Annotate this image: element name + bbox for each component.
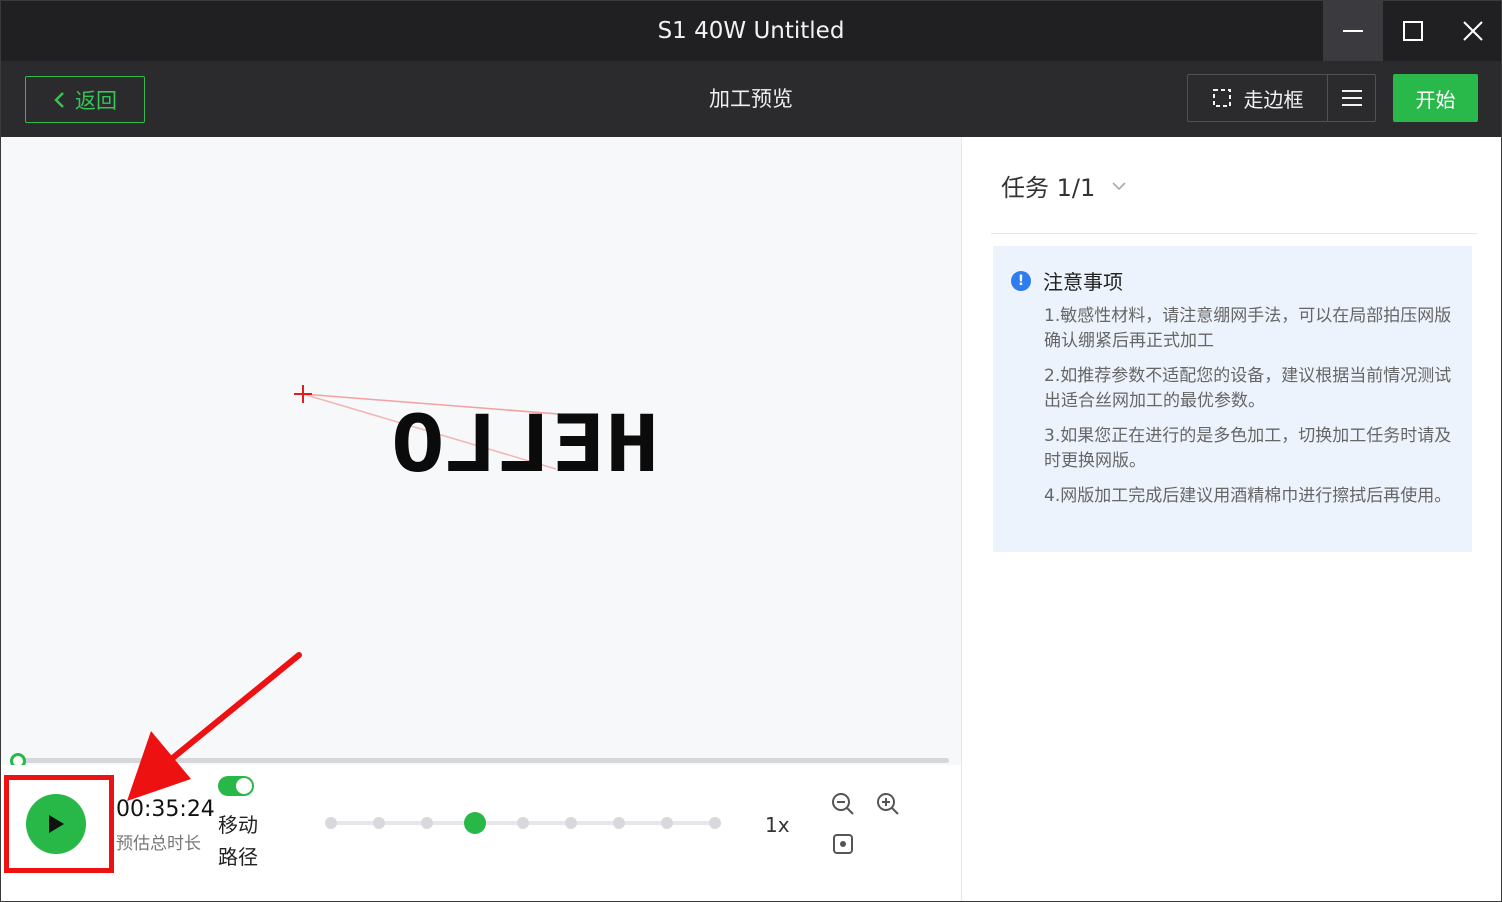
zoom-out-icon [832, 793, 854, 815]
menu-button[interactable] [1328, 75, 1375, 121]
close-icon [1463, 21, 1483, 41]
window-title: S1 40W Untitled [657, 18, 845, 44]
speed-slider-step[interactable] [421, 817, 433, 829]
play-button[interactable] [26, 794, 86, 854]
toolbar: 返回 加工预览 走边框 开始 [1, 61, 1501, 137]
speed-slider-step[interactable] [325, 817, 337, 829]
task-selector[interactable]: 任务 1/1 [1001, 168, 1127, 203]
close-button[interactable] [1443, 1, 1501, 61]
divider [991, 233, 1477, 234]
toggle-knob [236, 778, 252, 794]
frame-button[interactable]: 走边框 [1188, 75, 1328, 121]
notice-list: 1.敏感性材料，请注意绷网手法，可以在局部拍压网版确认绷紧后再正式加工 2.如推… [1044, 304, 1454, 519]
estimated-time: 00:35:24 [116, 797, 215, 822]
chevron-down-icon [1112, 181, 1126, 190]
play-icon [49, 815, 64, 833]
notice-item: 2.如推荐参数不适配您的设备，建议根据当前情况测试出适合丝网加工的最优参数。 [1044, 366, 1452, 411]
estimated-time-label: 预估总时长 [116, 834, 201, 854]
fit-view-icon [833, 834, 853, 854]
speed-slider-step[interactable] [565, 817, 577, 829]
maximize-icon [1403, 21, 1423, 41]
speed-label: 1x [765, 813, 790, 837]
preview-drawing: HELLO [294, 385, 659, 490]
origin-crosshair-icon [294, 385, 312, 403]
back-button[interactable]: 返回 [25, 76, 145, 123]
start-button[interactable]: 开始 [1393, 74, 1478, 122]
task-selector-label: 任务 1/1 [1001, 174, 1096, 202]
zoom-out-button-top[interactable] [830, 791, 856, 817]
side-panel: 任务 1/1 ! 注意事项 1.敏感性材料，请注意绷网手法，可以在局部拍压网版确… [963, 137, 1501, 901]
preview-canvas[interactable]: HELLO 00:35:24 预估总时长 移动路径 1x [1, 137, 962, 901]
notice-item: 4.网版加工完成后建议用酒精棉巾进行擦拭后再使用。 [1044, 486, 1452, 506]
player-controls: 00:35:24 预估总时长 移动路径 1x [1, 765, 961, 901]
notice-item: 1.敏感性材料，请注意绷网手法，可以在局部拍压网版确认绷紧后再正式加工 [1044, 306, 1452, 351]
move-path-label: 移动路径 [218, 813, 258, 869]
zoom-in-icon [877, 793, 899, 815]
minimize-button[interactable] [1323, 1, 1383, 61]
notice-header: ! 注意事项 [1011, 266, 1123, 295]
maximize-button[interactable] [1383, 1, 1443, 61]
title-bar: S1 40W Untitled [1, 1, 1501, 61]
zoom-in-button[interactable] [875, 791, 901, 817]
app-window: S1 40W Untitled 返回 加工预览 走边框 开始 HELLO 00:… [0, 0, 1502, 902]
frame-button-group: 走边框 [1187, 74, 1376, 122]
back-button-label: 返回 [75, 88, 117, 113]
notice-item: 3.如果您正在进行的是多色加工，切换加工任务时请及时更换网版。 [1044, 426, 1452, 471]
fit-view-button[interactable] [830, 831, 856, 857]
speed-slider-step[interactable] [613, 817, 625, 829]
chevron-left-icon [54, 91, 64, 108]
speed-slider-step[interactable] [709, 817, 721, 829]
move-path-toggle[interactable] [218, 776, 254, 796]
notice-title: 注意事项 [1043, 270, 1123, 294]
notice-box: ! 注意事项 1.敏感性材料，请注意绷网手法，可以在局部拍压网版确认绷紧后再正式… [993, 246, 1472, 552]
hamburger-icon [1341, 90, 1362, 106]
frame-button-label: 走边框 [1243, 87, 1304, 112]
info-icon: ! [1011, 270, 1031, 291]
progress-track[interactable] [17, 758, 949, 763]
speed-slider-step[interactable] [517, 817, 529, 829]
dashed-frame-icon [1212, 89, 1231, 107]
speed-slider-step[interactable] [373, 817, 385, 829]
speed-slider-step[interactable] [661, 817, 673, 829]
speed-slider-handle[interactable] [464, 812, 486, 834]
preview-text: HELLO [391, 400, 659, 490]
minimize-icon [1343, 30, 1363, 32]
